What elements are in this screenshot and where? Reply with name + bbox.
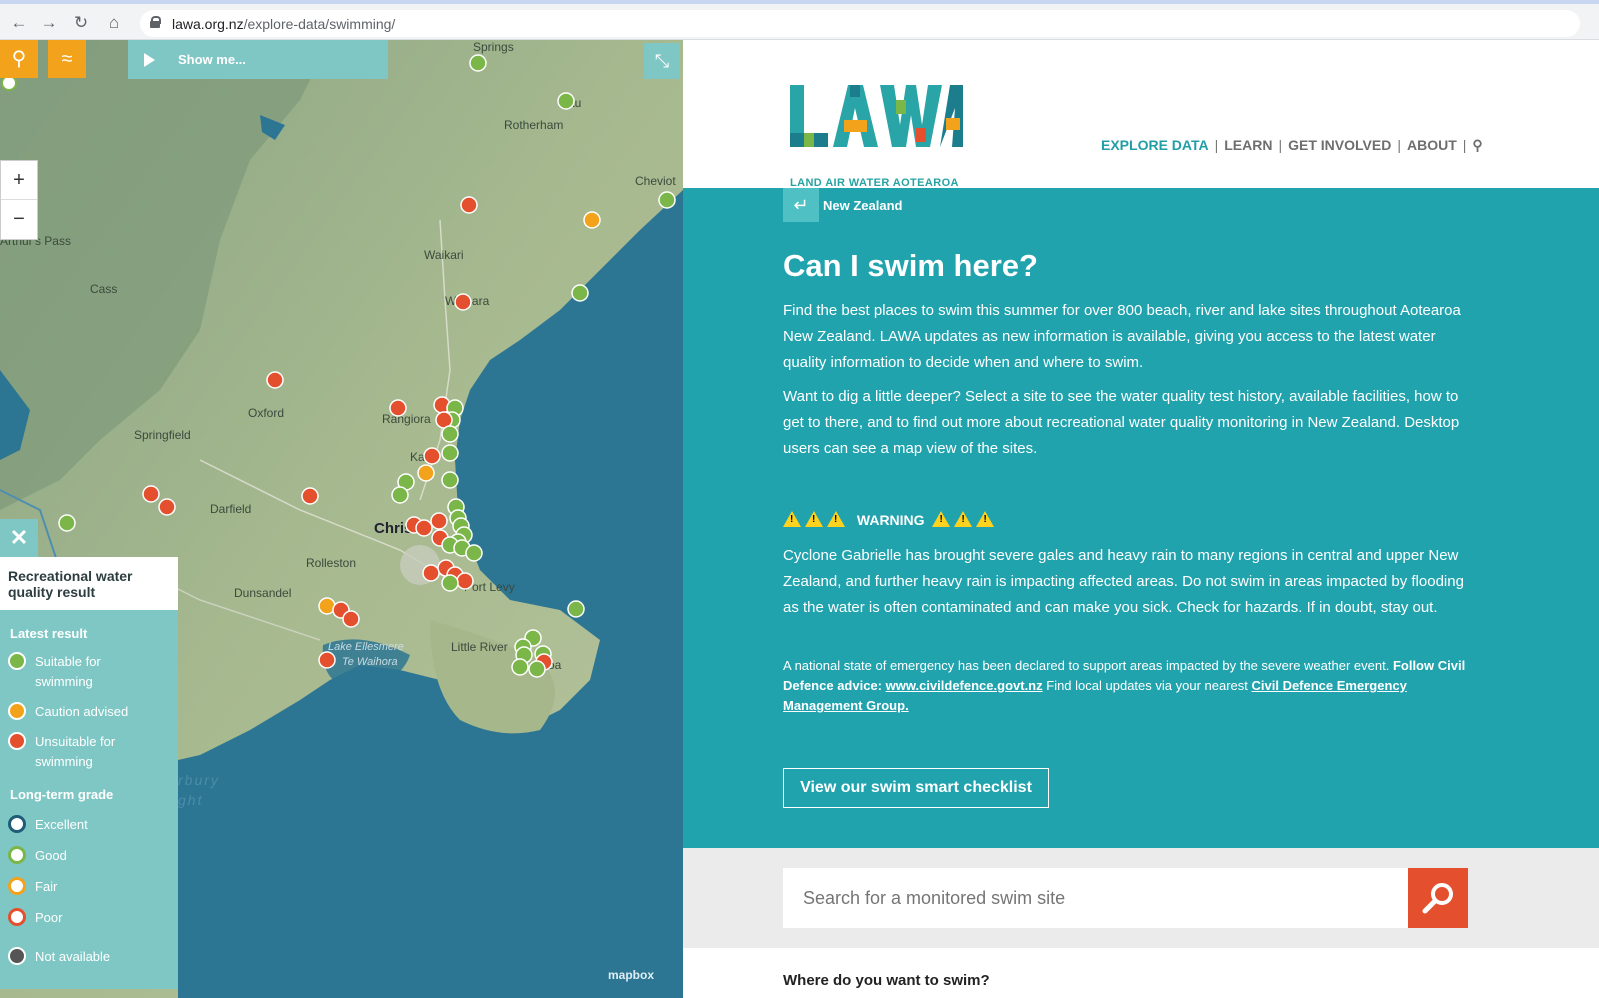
fullscreen-icon[interactable]: ⤡ xyxy=(644,43,680,79)
address-bar[interactable]: lawa.org.nz/explore-data/swimming/ xyxy=(140,10,1580,37)
search-icon[interactable]: ⚲ xyxy=(1472,137,1482,153)
swim-site-marker[interactable] xyxy=(422,564,440,582)
intro-paragraph: Want to dig a little deeper? Select a si… xyxy=(783,388,1460,457)
swim-site-marker[interactable] xyxy=(456,572,474,590)
swim-site-marker[interactable] xyxy=(58,514,76,532)
legend-title: Recreational water quality result xyxy=(0,557,178,610)
lock-icon xyxy=(150,16,161,28)
show-me-button[interactable]: Show me... xyxy=(128,40,388,79)
nav-about[interactable]: ABOUT xyxy=(1407,137,1457,153)
swim-site-marker[interactable] xyxy=(469,54,487,72)
swim-site-marker[interactable] xyxy=(583,211,601,229)
search-section xyxy=(683,848,1599,948)
legend-panel: Latest result Suitable for swimming Caut… xyxy=(0,610,178,989)
swim-site-marker[interactable] xyxy=(266,371,284,389)
intro-paragraph: Find the best places to swim this summer… xyxy=(783,302,1461,371)
lawa-logo[interactable]: LAND AIR WATER AOTEAROA xyxy=(788,80,963,189)
intro-section: ↵ New Zealand Can I swim here? Find the … xyxy=(683,188,1599,848)
warning-icon xyxy=(954,511,973,527)
close-icon[interactable]: ✕ xyxy=(0,519,38,557)
breadcrumb[interactable]: New Zealand xyxy=(823,198,902,213)
search-button[interactable] xyxy=(1408,868,1468,928)
warning-icon xyxy=(976,511,995,527)
reload-icon[interactable]: ↻ xyxy=(70,12,92,34)
search-icon xyxy=(1422,883,1453,914)
back-arrow-icon[interactable]: ↵ xyxy=(783,188,819,222)
search-input[interactable] xyxy=(783,868,1409,928)
swim-site-marker[interactable] xyxy=(528,660,546,678)
legend-header: Long-term grade xyxy=(10,787,114,802)
swim-site-marker[interactable] xyxy=(301,487,319,505)
swim-site-marker[interactable] xyxy=(318,651,336,669)
swim-site-marker[interactable] xyxy=(391,486,409,504)
swim-site-marker[interactable] xyxy=(441,471,459,489)
forward-arrow-icon[interactable]: → xyxy=(38,12,60,34)
home-icon[interactable]: ⌂ xyxy=(103,12,125,34)
warning-paragraph: Cyclone Gabrielle has brought severe gal… xyxy=(783,547,1464,616)
swim-site-marker[interactable] xyxy=(465,544,483,562)
swimmer-icon[interactable]: ≈ xyxy=(48,40,86,78)
zoom-control: + − xyxy=(0,160,38,240)
swim-site-marker[interactable] xyxy=(658,191,676,209)
mapbox-attribution[interactable]: mapbox xyxy=(608,968,654,982)
zoom-out-button[interactable]: − xyxy=(1,200,37,239)
swim-site-marker[interactable] xyxy=(423,447,441,465)
warning-icon xyxy=(805,511,823,527)
emergency-notice: A national state of emergency has been d… xyxy=(783,658,1466,713)
swim-site-marker[interactable] xyxy=(454,293,472,311)
legend-header: Latest result xyxy=(10,626,88,641)
site-header: LAND AIR WATER AOTEAROA EXPLORE DATA | LEA… xyxy=(683,40,1599,189)
swim-site-marker[interactable] xyxy=(389,399,407,417)
swim-site-marker[interactable] xyxy=(441,425,459,443)
play-icon xyxy=(144,53,155,67)
swim-site-marker[interactable] xyxy=(342,610,360,628)
page-title: Can I swim here? xyxy=(783,248,1038,283)
swim-site-marker[interactable] xyxy=(460,196,478,214)
swim-site-marker[interactable] xyxy=(417,464,435,482)
location-pin-icon[interactable]: ⚲ xyxy=(0,40,38,78)
swim-site-marker[interactable] xyxy=(571,284,589,302)
url-text: lawa.org.nz/explore-data/swimming/ xyxy=(172,16,396,32)
swim-site-marker[interactable] xyxy=(511,658,529,676)
zoom-in-button[interactable]: + xyxy=(1,161,37,200)
main-nav: EXPLORE DATA | LEARN | GET INVOLVED | ABOUT | ⚲ xyxy=(1101,137,1483,153)
swim-site-marker[interactable] xyxy=(158,498,176,516)
swim-site-marker[interactable] xyxy=(441,444,459,462)
nav-get-involved[interactable]: GET INVOLVED xyxy=(1288,137,1391,153)
swim-site-marker[interactable] xyxy=(441,574,459,592)
swim-site-marker[interactable] xyxy=(1,75,17,91)
browser-toolbar: ← → ↻ ⌂ lawa.org.nz/explore-data/swimmin… xyxy=(0,0,1599,40)
warning-icon xyxy=(932,511,951,527)
swim-site-marker[interactable] xyxy=(567,600,585,618)
swim-smart-checklist-button[interactable]: View our swim smart checklist xyxy=(783,768,1049,808)
warning-icon xyxy=(783,511,801,527)
swim-site-marker[interactable] xyxy=(415,519,433,537)
nav-learn[interactable]: LEARN xyxy=(1224,137,1272,153)
section-heading: Where do you want to swim? xyxy=(783,972,990,989)
swim-site-marker[interactable] xyxy=(430,512,448,530)
swim-site-marker[interactable] xyxy=(142,485,160,503)
swim-site-marker[interactable] xyxy=(557,92,575,110)
warning-icon xyxy=(827,511,845,527)
warning-heading: WARNING xyxy=(783,511,998,528)
nav-explore-data[interactable]: EXPLORE DATA xyxy=(1101,137,1209,153)
civildefence-link[interactable]: www.civildefence.govt.nz xyxy=(886,678,1043,693)
back-arrow-icon[interactable]: ← xyxy=(8,12,30,34)
